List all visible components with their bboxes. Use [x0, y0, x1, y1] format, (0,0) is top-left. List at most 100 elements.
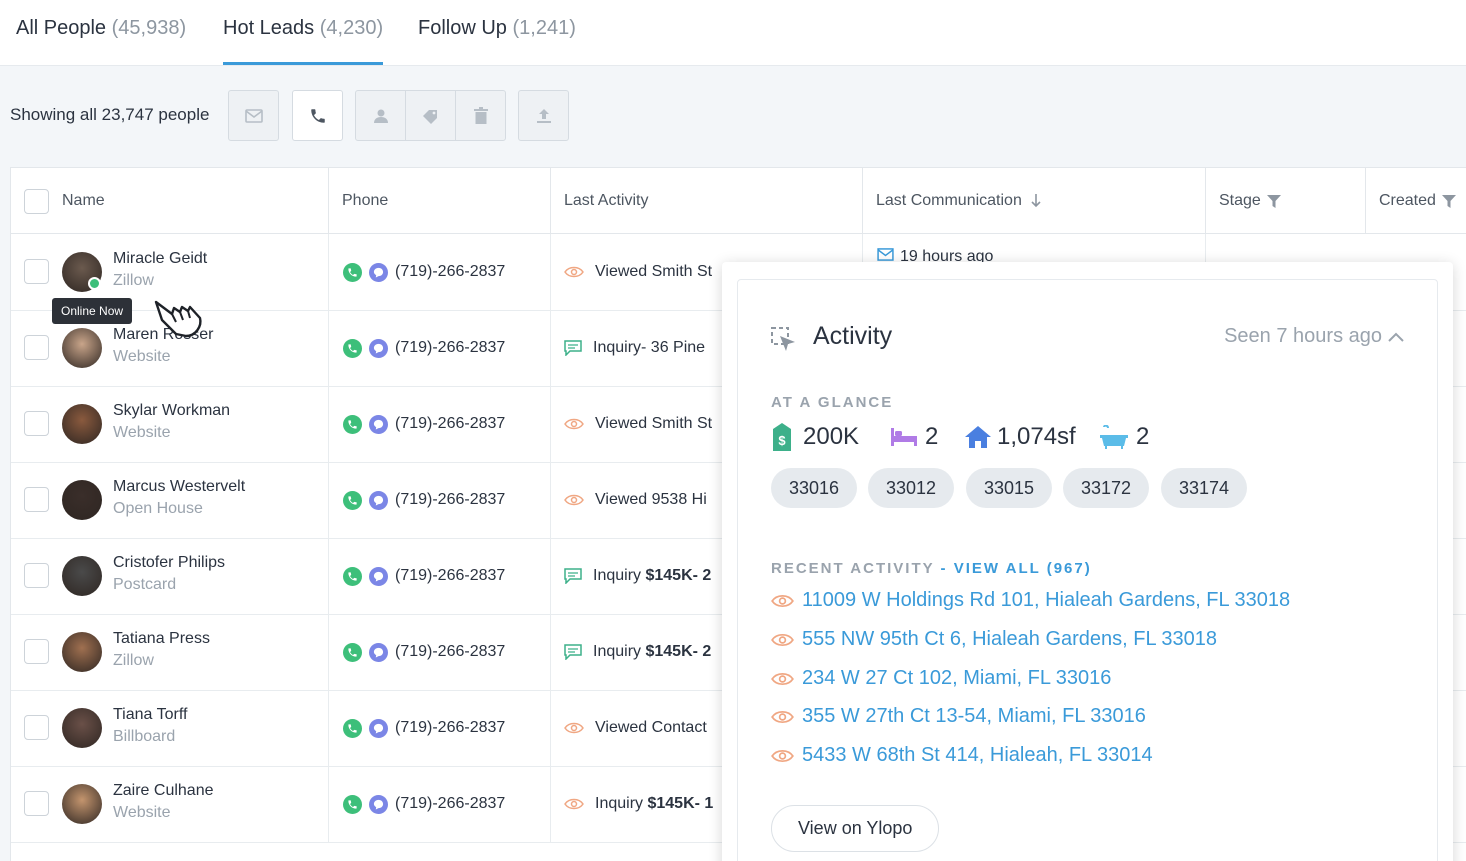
avatar[interactable] — [62, 632, 102, 672]
text-message-icon[interactable] — [369, 718, 388, 738]
glance-beds: 2 — [891, 423, 938, 451]
recent-activity-link[interactable]: 555 NW 95th Ct 6, Hialeah Gardens, FL 33… — [771, 628, 1217, 651]
trash-icon — [473, 107, 488, 124]
activity-bold: $145K- 2 — [645, 567, 712, 584]
recent-activity-label: RECENT ACTIVITY - VIEW ALL (967) — [771, 560, 1092, 577]
lead-source: Website — [113, 348, 171, 365]
sqft-value: 1,074sf — [997, 423, 1076, 450]
row-checkbox[interactable] — [24, 487, 49, 512]
recent-activity-link[interactable]: 5433 W 68th St 414, Hialeah, FL 33014 — [771, 744, 1153, 767]
tab-count: (45,938) — [111, 17, 187, 39]
row-checkbox[interactable] — [24, 411, 49, 436]
assign-button[interactable] — [356, 91, 406, 140]
zip-chip[interactable]: 33172 — [1063, 468, 1150, 508]
call-phone-icon[interactable] — [343, 414, 362, 434]
phone-number[interactable]: (719)-266-2837 — [395, 567, 505, 585]
tag-button[interactable] — [406, 91, 456, 140]
header-created[interactable]: Created — [1366, 168, 1466, 234]
text-message-icon[interactable] — [369, 566, 388, 586]
call-phone-icon[interactable] — [343, 718, 362, 738]
activity-text: Viewed 9538 Hi — [595, 491, 707, 508]
zip-chip[interactable]: 33015 — [966, 468, 1053, 508]
avatar[interactable] — [62, 708, 102, 748]
phone-number[interactable]: (719)-266-2837 — [395, 795, 505, 813]
chevron-up-icon[interactable] — [1388, 332, 1404, 342]
text-message-icon[interactable] — [369, 414, 388, 434]
header-label: Phone — [342, 192, 389, 209]
tab-hot-leads[interactable]: Hot Leads (4,230) — [223, 17, 384, 65]
view-all-link[interactable]: - VIEW ALL (967) — [941, 560, 1092, 577]
person-name[interactable]: Skylar Workman — [113, 402, 230, 420]
person-name[interactable]: Marcus Westervelt — [113, 478, 245, 496]
baths-value: 2 — [1136, 423, 1150, 450]
call-phone-icon[interactable] — [343, 338, 362, 358]
header-last-activity: Last Activity — [551, 168, 863, 234]
person-name[interactable]: Tatiana Press — [113, 630, 210, 648]
phone-number[interactable]: (719)-266-2837 — [395, 339, 505, 357]
recent-activity-link[interactable]: 355 W 27th Ct 13-54, Miami, FL 33016 — [771, 705, 1146, 728]
avatar[interactable] — [62, 784, 102, 824]
row-checkbox[interactable] — [24, 791, 49, 816]
activity-text: Viewed Contact — [595, 719, 707, 736]
recent-activity-link[interactable]: 11009 W Holdings Rd 101, Hialeah Gardens… — [771, 589, 1290, 612]
hand-cursor-icon — [154, 300, 202, 338]
eye-icon — [771, 710, 794, 723]
call-phone-icon[interactable] — [343, 490, 362, 510]
delete-button[interactable] — [456, 91, 505, 140]
row-checkbox[interactable] — [24, 335, 49, 360]
person-name[interactable]: Tiana Torff — [113, 706, 187, 724]
row-checkbox[interactable] — [24, 639, 49, 664]
call-phone-icon[interactable] — [343, 262, 362, 282]
person-name[interactable]: Cristofer Philips — [113, 554, 225, 572]
row-checkbox[interactable] — [24, 259, 49, 284]
lead-source: Open House — [113, 500, 203, 517]
call-phone-icon[interactable] — [343, 794, 362, 814]
filter-icon[interactable] — [1266, 194, 1281, 208]
phone-cell: (719)-266-2837 — [329, 766, 551, 842]
zip-chip[interactable]: 33174 — [1161, 468, 1248, 508]
sort-down-icon[interactable] — [1031, 194, 1041, 208]
header-last-communication[interactable]: Last Communication — [863, 168, 1206, 234]
avatar[interactable] — [62, 404, 102, 444]
phone-number[interactable]: (719)-266-2837 — [395, 643, 505, 661]
select-all-checkbox[interactable] — [24, 188, 49, 214]
view-on-ylopo-button[interactable]: View on Ylopo — [771, 805, 940, 852]
person-name[interactable]: Zaire Culhane — [113, 782, 214, 800]
filter-icon[interactable] — [1441, 194, 1456, 208]
call-phone-icon[interactable] — [343, 642, 362, 662]
text-message-icon[interactable] — [369, 338, 388, 358]
header-phone: Phone — [329, 168, 551, 234]
zip-chip[interactable]: 33016 — [771, 468, 858, 508]
zip-chip[interactable]: 33012 — [868, 468, 955, 508]
avatar[interactable] — [62, 480, 102, 520]
call-phone-icon[interactable] — [343, 566, 362, 586]
popup-title: Activity — [813, 322, 893, 350]
row-checkbox[interactable] — [24, 563, 49, 588]
export-button[interactable] — [518, 90, 569, 141]
text-message-icon[interactable] — [369, 262, 388, 282]
phone-number[interactable]: (719)-266-2837 — [395, 263, 505, 281]
row-checkbox[interactable] — [24, 715, 49, 740]
activity-popup: Activity Seen 7 hours ago AT A GLANCE $ … — [722, 262, 1453, 861]
header-stage[interactable]: Stage — [1206, 168, 1366, 234]
glance-baths: 2 — [1100, 423, 1149, 451]
call-button[interactable] — [292, 90, 343, 141]
seen-text: Seen 7 hours ago — [1224, 325, 1382, 347]
avatar[interactable] — [62, 556, 102, 596]
seen-status[interactable]: Seen 7 hours ago — [1224, 325, 1382, 348]
phone-number[interactable]: (719)-266-2837 — [395, 415, 505, 433]
phone-cell: (719)-266-2837 — [329, 614, 551, 690]
tab-all-people[interactable]: All People (45,938) — [16, 17, 186, 65]
name-cell: Tatiana Press Zillow — [11, 614, 329, 690]
tab-follow-up[interactable]: Follow Up (1,241) — [418, 17, 576, 65]
phone-number[interactable]: (719)-266-2837 — [395, 719, 505, 737]
person-name[interactable]: Miracle Geidt — [113, 250, 207, 268]
text-message-icon[interactable] — [369, 642, 388, 662]
text-message-icon[interactable] — [369, 794, 388, 814]
phone-number[interactable]: (719)-266-2837 — [395, 491, 505, 509]
avatar[interactable] — [62, 328, 102, 368]
recent-activity-link[interactable]: 234 W 27 Ct 102, Miami, FL 33016 — [771, 667, 1111, 690]
email-button[interactable] — [228, 90, 279, 141]
text-message-icon[interactable] — [369, 490, 388, 510]
tab-label: All People — [16, 17, 107, 39]
